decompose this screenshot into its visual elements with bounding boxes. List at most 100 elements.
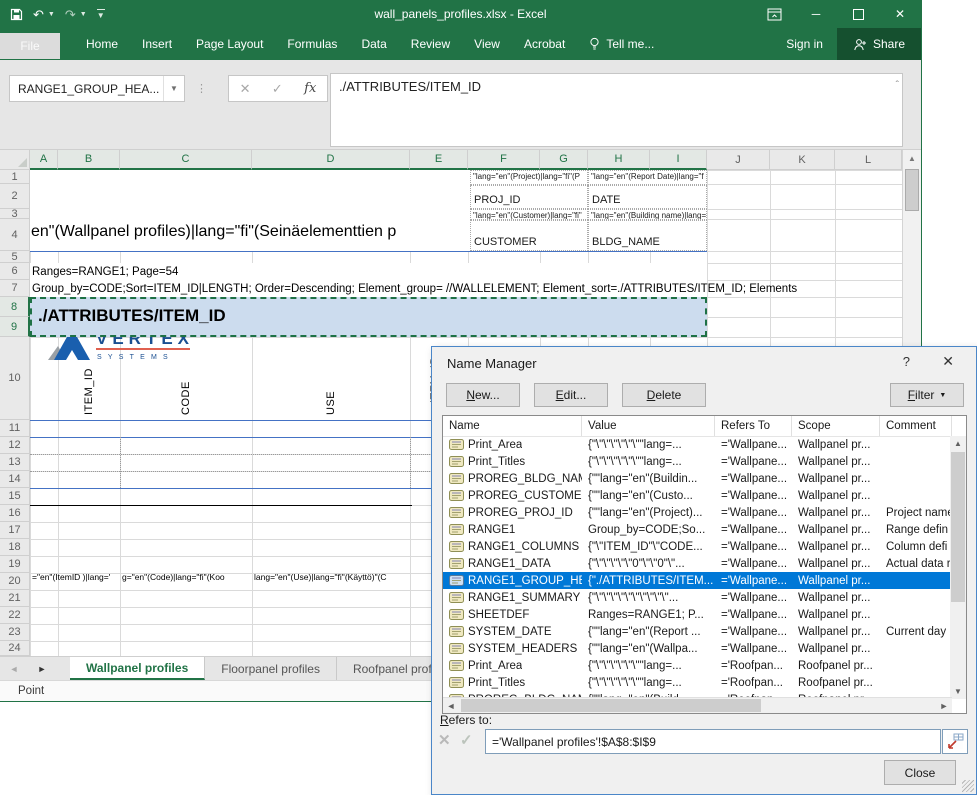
range-selector-button[interactable] xyxy=(942,729,968,754)
row-header-20[interactable]: 20 xyxy=(0,573,30,590)
dialog-vertical-scrollbar[interactable]: ▲ ▼ xyxy=(950,436,966,699)
dialog-scroll-down-icon[interactable]: ▼ xyxy=(950,684,966,699)
scrollbar-thumb[interactable] xyxy=(905,169,919,211)
row-header-15[interactable]: 15 xyxy=(0,488,30,505)
refers-to-input[interactable]: ='Wallpanel profiles'!$A$8:$I$9 xyxy=(485,729,941,754)
name-row-proreg-bldg-name[interactable]: PROREG_BLDG_NAME{""lang="en"(Buildin...=… xyxy=(443,470,952,487)
dialog-close-button[interactable]: Close xyxy=(884,760,956,785)
cell-H2[interactable]: DATE xyxy=(588,185,707,209)
column-header-K[interactable]: K xyxy=(770,150,835,170)
dialog-close-icon[interactable]: ✕ xyxy=(942,353,954,370)
share-button[interactable]: Share xyxy=(837,28,921,60)
row-header-23[interactable]: 23 xyxy=(0,624,30,641)
name-box[interactable]: RANGE1_GROUP_HEA... ▼ xyxy=(9,75,185,102)
cell-F4[interactable]: CUSTOMER xyxy=(470,220,588,251)
sheet-title-cell[interactable]: en"(Wallpanel profiles)|lang="fi"(Seinäe… xyxy=(31,223,469,249)
name-row-proreg-proj-id[interactable]: PROREG_PROJ_ID{""lang="en"(Project)...='… xyxy=(443,504,952,521)
name-row-sheetdef[interactable]: SHEETDEFRanges=RANGE1; P...='Wallpane...… xyxy=(443,606,952,623)
name-row-proreg-customer[interactable]: PROREG_CUSTOMER{""lang="en"(Custo...='Wa… xyxy=(443,487,952,504)
maximize-button[interactable] xyxy=(837,0,879,28)
ribbon-tab-view[interactable]: View xyxy=(462,28,512,60)
row-header-12[interactable]: 12 xyxy=(0,437,30,454)
column-header-L[interactable]: L xyxy=(835,150,902,170)
list-column-header-comment[interactable]: Comment xyxy=(880,416,952,436)
row-header-3[interactable]: 3 xyxy=(0,209,30,219)
scroll-up-icon[interactable]: ▲ xyxy=(903,150,921,167)
row-header-1[interactable]: 1 xyxy=(0,170,30,184)
cell-F1[interactable]: "lang="en"(Project)|lang="fi"(P xyxy=(470,170,588,185)
delete-button[interactable]: Delete xyxy=(622,383,706,407)
rotated-header-code[interactable]: CODE xyxy=(180,345,192,415)
close-button[interactable]: ✕ xyxy=(879,0,921,28)
row-header-19[interactable]: 19 xyxy=(0,556,30,573)
dialog-scroll-left-icon[interactable]: ◄ xyxy=(443,698,459,713)
sheet-tab-wallpanel-profiles[interactable]: Wallpanel profiles xyxy=(70,657,205,680)
ribbon-tab-page-layout[interactable]: Page Layout xyxy=(184,28,275,60)
rotated-header-item-id[interactable]: ITEM_ID xyxy=(83,345,95,415)
ribbon-tab-formulas[interactable]: Formulas xyxy=(275,28,349,60)
dialog-hscroll-thumb[interactable] xyxy=(461,699,761,712)
column-header-I[interactable]: I xyxy=(650,150,707,170)
row-header-8[interactable]: 8 xyxy=(0,297,30,317)
undo-icon[interactable]: ↶ xyxy=(33,8,44,21)
save-icon[interactable] xyxy=(10,8,23,21)
name-row-range1-summary[interactable]: RANGE1_SUMMARY{"\"\"\"\"\"\"\"\"\"\"...=… xyxy=(443,589,952,606)
ribbon-tab-acrobat[interactable]: Acrobat xyxy=(512,28,577,60)
sheet-nav-next-icon[interactable]: ► xyxy=(28,657,56,680)
list-column-header-scope[interactable]: Scope xyxy=(792,416,880,436)
row-header-16[interactable]: 16 xyxy=(0,505,30,522)
name-row-range1-data[interactable]: RANGE1_DATA{"\"\"\"\"\"0"\"\"0"\"...='Wa… xyxy=(443,555,952,572)
rotated-header-use[interactable]: USE xyxy=(325,345,337,415)
ribbon-tab-review[interactable]: Review xyxy=(399,28,462,60)
selected-range[interactable]: ./ATTRIBUTES/ITEM_ID xyxy=(30,297,707,337)
name-row-print-titles[interactable]: Print_Titles{"\"\"\"\"\"\""lang=...='Wal… xyxy=(443,453,952,470)
cell-H1[interactable]: "lang="en"(Report Date)|lang="f xyxy=(588,170,707,185)
cell-A6[interactable]: Ranges=RANGE1; Page=54 xyxy=(32,266,178,278)
cell-D11[interactable]: lang="en"(Use)|lang="fi"(Käyttö)"(C xyxy=(254,572,414,582)
name-row-range1-columns[interactable]: RANGE1_COLUMNS{"\"ITEM_ID"\"CODE...='Wal… xyxy=(443,538,952,555)
row-header-22[interactable]: 22 xyxy=(0,607,30,624)
dialog-scroll-up-icon[interactable]: ▲ xyxy=(950,436,966,451)
minimize-button[interactable]: ─ xyxy=(795,0,837,28)
sheet-nav-prev-icon[interactable]: ◄ xyxy=(0,657,28,680)
ribbon-tab-insert[interactable]: Insert xyxy=(130,28,184,60)
row-header-6[interactable]: 6 xyxy=(0,263,30,280)
list-column-header-value[interactable]: Value xyxy=(582,416,715,436)
confirm-entry-icon[interactable]: ✓ xyxy=(272,81,283,97)
column-header-H[interactable]: H xyxy=(588,150,650,170)
row-header-11[interactable]: 11 xyxy=(0,420,30,437)
name-row-range1[interactable]: RANGE1Group_by=CODE;So...='Wallpane...Wa… xyxy=(443,521,952,538)
name-row-system-date[interactable]: SYSTEM_DATE{""lang="en"(Report ...='Wall… xyxy=(443,623,952,640)
row-header-24[interactable]: 24 xyxy=(0,641,30,656)
cell-H3[interactable]: "lang="en"(Building name)|lang=" xyxy=(588,209,707,220)
row-header-4[interactable]: 4 xyxy=(0,219,30,251)
dialog-help-icon[interactable]: ? xyxy=(903,354,910,369)
ribbon-tab-file[interactable]: File xyxy=(0,33,60,59)
ribbon-tab-home[interactable]: Home xyxy=(74,28,130,60)
column-header-C[interactable]: C xyxy=(120,150,252,170)
row-header-17[interactable]: 17 xyxy=(0,522,30,539)
cell-C11[interactable]: g="en"(Code)|lang="fi"(Koo xyxy=(122,572,252,582)
formula-bar-input[interactable]: ./ATTRIBUTES/ITEM_ID xyxy=(330,73,903,147)
filter-button[interactable]: Filter ▼ xyxy=(890,383,964,407)
row-header-10[interactable]: 10 xyxy=(0,337,30,420)
tell-me-box[interactable]: Tell me... xyxy=(577,37,666,51)
dialog-titlebar[interactable]: Name Manager ? ✕ xyxy=(432,347,976,379)
ribbon-display-options-icon[interactable] xyxy=(753,0,795,28)
row-header-13[interactable]: 13 xyxy=(0,454,30,471)
row-header-18[interactable]: 18 xyxy=(0,539,30,556)
cell-A11[interactable]: ="en"(ItemID )|lang=' xyxy=(32,572,120,582)
redo-dropdown-icon[interactable]: ▼ xyxy=(80,11,87,18)
name-row-system-headers[interactable]: SYSTEM_HEADERS{""lang="en"(Wallpa...='Wa… xyxy=(443,640,952,657)
column-header-B[interactable]: B xyxy=(58,150,120,170)
sheet-tab-floorpanel-profiles[interactable]: Floorpanel profiles xyxy=(205,657,337,680)
names-list[interactable]: NameValueRefers ToScopeComment Print_Are… xyxy=(442,415,967,714)
column-header-D[interactable]: D xyxy=(252,150,410,170)
row-header-5[interactable]: 5 xyxy=(0,251,30,263)
collapse-formula-bar-icon[interactable]: ˆ xyxy=(896,80,899,91)
dialog-horizontal-scrollbar[interactable]: ◄ ► xyxy=(443,697,952,713)
column-header-A[interactable]: A xyxy=(30,150,58,170)
name-row-range1-group-hea-[interactable]: RANGE1_GROUP_HEA...{"./ATTRIBUTES/ITEM..… xyxy=(443,572,952,589)
column-header-E[interactable]: E xyxy=(410,150,468,170)
cell-A7[interactable]: Group_by=CODE;Sort=ITEM_ID|LENGTH; Order… xyxy=(32,283,901,295)
